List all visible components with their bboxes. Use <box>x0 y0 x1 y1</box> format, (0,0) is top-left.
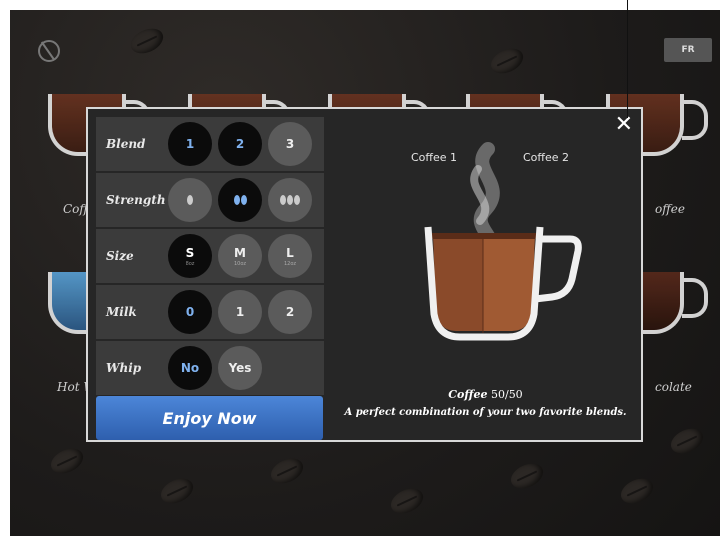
coffee-cup-illustration <box>424 142 582 341</box>
language-button[interactable]: FR <box>664 38 712 62</box>
bean-decoration <box>126 23 168 59</box>
option-label: Size <box>106 249 134 263</box>
bean-decoration <box>266 453 308 489</box>
enjoy-now-button[interactable]: Enjoy Now <box>96 396 323 440</box>
drink-brand: Coffee <box>448 388 488 401</box>
option-row-whip: Whip No Yes <box>96 341 324 395</box>
drink-ratio: 50/50 <box>490 388 523 401</box>
options-panel: Blend 1 2 3 Strength Size S 8oz M 10oz L… <box>96 117 324 397</box>
choice-label: 0 <box>185 305 195 319</box>
option-label: Milk <box>106 305 137 319</box>
bean-medium-icon <box>233 195 247 205</box>
choice-label: No <box>180 361 200 375</box>
bean-decoration <box>666 423 708 459</box>
choice-label: L <box>286 245 294 260</box>
size-medium-button[interactable]: M 10oz <box>218 234 262 278</box>
whip-no-button[interactable]: No <box>168 346 212 390</box>
choice-label: M <box>234 245 246 260</box>
choice-label: 2 <box>235 137 245 151</box>
choice-label: Yes <box>228 361 252 375</box>
bean-strong-icon <box>280 195 300 205</box>
blend-3-button[interactable]: 3 <box>268 122 312 166</box>
option-row-milk: Milk 0 1 2 <box>96 285 324 339</box>
choice-sublabel: 8oz <box>185 260 195 267</box>
drink-label: colate <box>655 380 692 394</box>
strength-mild-button[interactable] <box>168 178 212 222</box>
bean-decoration <box>616 473 658 509</box>
blend-1-button[interactable]: 1 <box>168 122 212 166</box>
bean-decoration <box>46 443 88 479</box>
option-label: Blend <box>106 137 146 151</box>
drink-label: Coff <box>63 202 88 216</box>
bean-decoration <box>506 458 548 494</box>
choice-sublabel: 10oz <box>233 260 247 267</box>
drink-preview: Coffee 1 Coffee 2 Coffee 50/50 A perfect… <box>328 109 643 440</box>
drink-title: Coffee 50/50 <box>328 388 643 401</box>
no-caffeine-icon[interactable] <box>38 40 60 62</box>
option-row-size: Size S 8oz M 10oz L 12oz <box>96 229 324 283</box>
cursor-guide-line <box>627 0 628 118</box>
whip-yes-button[interactable]: Yes <box>218 346 262 390</box>
choice-label: 3 <box>285 137 295 151</box>
drink-description: A perfect combination of your two favori… <box>344 407 627 418</box>
milk-1-button[interactable]: 1 <box>218 290 262 334</box>
choice-label: 1 <box>185 137 195 151</box>
milk-0-button[interactable]: 0 <box>168 290 212 334</box>
drink-label: offee <box>655 202 685 216</box>
bean-decoration <box>386 483 428 519</box>
choice-label: S <box>185 245 195 260</box>
option-row-blend: Blend 1 2 3 <box>96 117 324 171</box>
option-label: Strength <box>106 193 166 207</box>
bean-decoration <box>156 473 198 509</box>
strength-medium-button[interactable] <box>218 178 262 222</box>
blend-dialog: ✕ Blend 1 2 3 Strength Size S 8oz M 10oz… <box>86 107 643 442</box>
size-large-button[interactable]: L 12oz <box>268 234 312 278</box>
blend-2-button[interactable]: 2 <box>218 122 262 166</box>
choice-label: 2 <box>285 305 295 319</box>
strength-strong-button[interactable] <box>268 178 312 222</box>
option-label: Whip <box>106 361 142 375</box>
choice-label: 1 <box>235 305 245 319</box>
size-small-button[interactable]: S 8oz <box>168 234 212 278</box>
choice-sublabel: 12oz <box>283 260 297 267</box>
bean-decoration <box>486 43 528 79</box>
option-row-strength: Strength <box>96 173 324 227</box>
bean-mild-icon <box>187 195 193 205</box>
milk-2-button[interactable]: 2 <box>268 290 312 334</box>
